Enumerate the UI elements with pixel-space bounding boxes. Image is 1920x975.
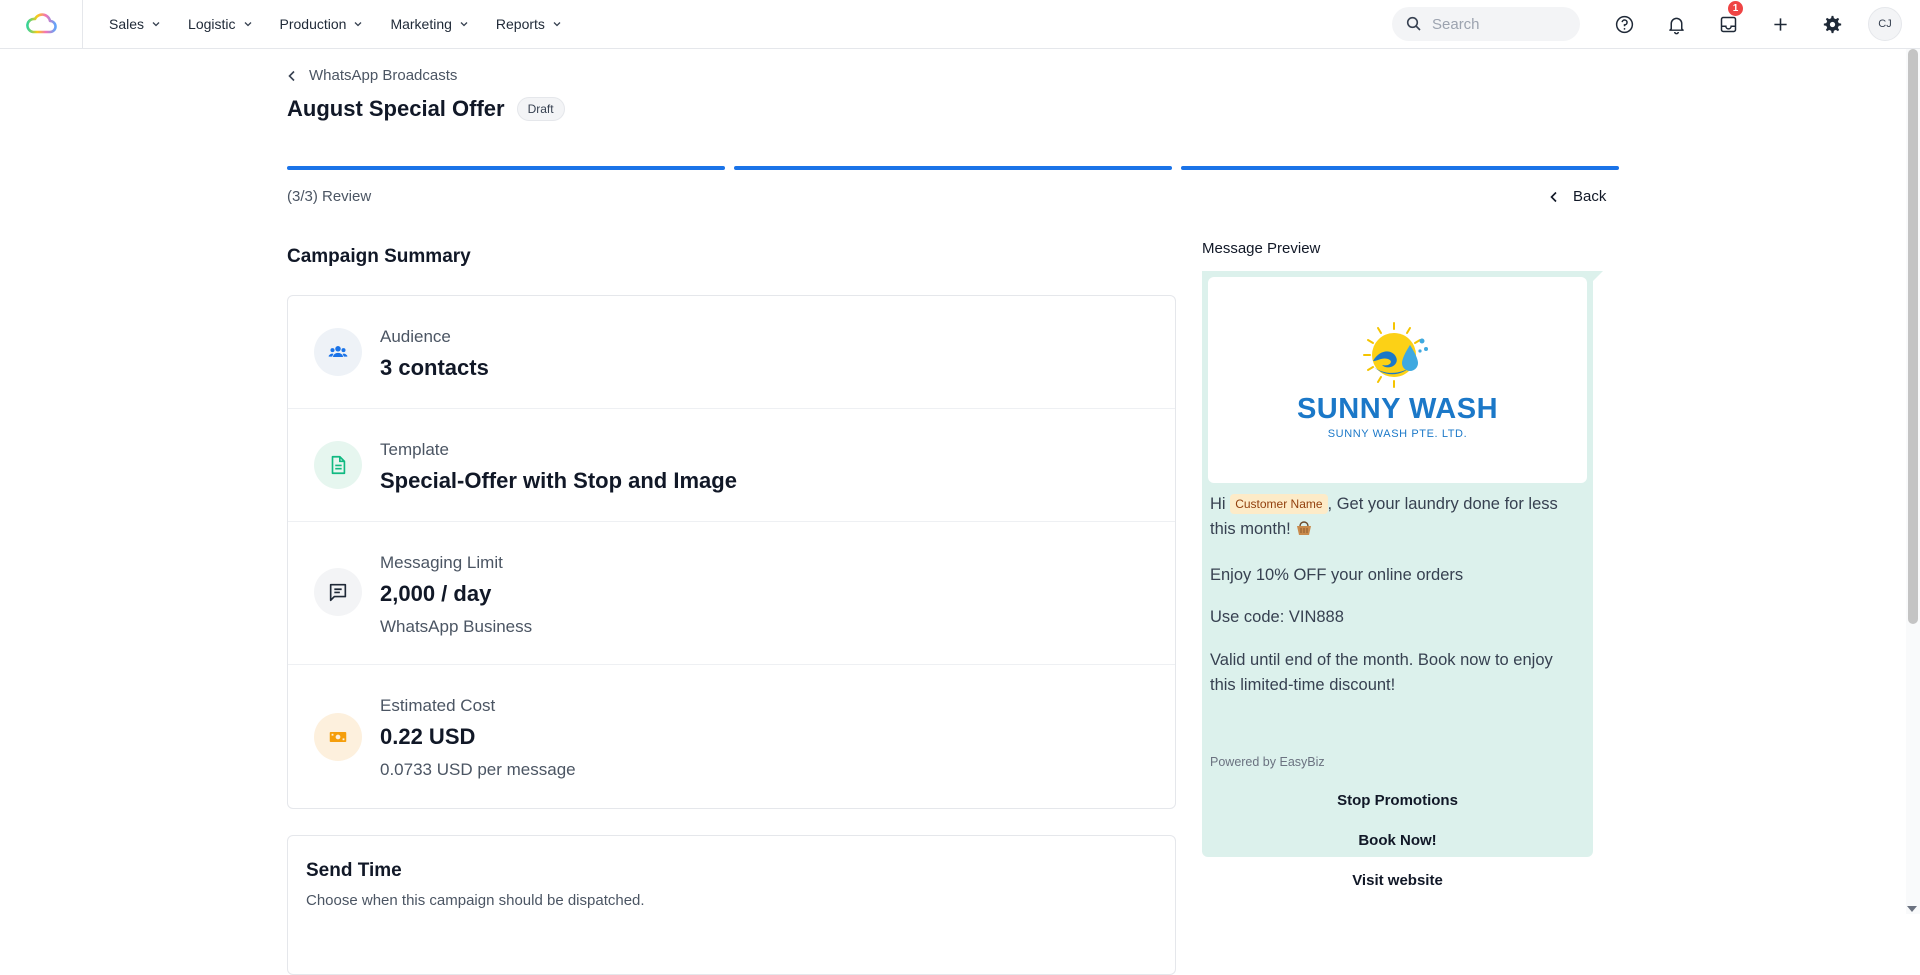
limit-text: Messaging Limit 2,000 / day WhatsApp Bus… xyxy=(380,553,532,637)
nav-logistic-label: Logistic xyxy=(188,16,236,32)
template-label: Template xyxy=(380,440,449,459)
chevron-down-icon xyxy=(460,22,468,27)
cash-icon xyxy=(314,713,362,761)
chevron-down-icon xyxy=(553,22,561,27)
stop-promotions-button[interactable]: Stop Promotions xyxy=(1202,792,1593,809)
send-time-card: Send Time Choose when this campaign shou… xyxy=(287,835,1176,975)
users-icon xyxy=(314,328,362,376)
message-preview-bubble: SUNNY WASH SUNNY WASH PTE. LTD. Hi Custo… xyxy=(1202,271,1593,889)
message-line-1: Hi Customer Name, Get your laundry done … xyxy=(1210,492,1582,545)
preview-title: Message Preview xyxy=(1202,240,1321,257)
nav-sales[interactable]: Sales xyxy=(109,16,161,32)
nav-production-label: Production xyxy=(279,16,347,32)
limit-value: 2,000 / day xyxy=(380,581,492,606)
campaign-summary-card: Audience 3 contacts Template Special-Off… xyxy=(287,295,1176,809)
cost-text: Estimated Cost 0.22 USD 0.0733 USD per m… xyxy=(380,696,576,780)
basket-icon xyxy=(1295,519,1313,545)
message-footer: Powered by EasyBiz xyxy=(1210,755,1325,769)
search-box[interactable] xyxy=(1392,7,1580,41)
search-icon xyxy=(1406,16,1421,31)
message-header-image: SUNNY WASH SUNNY WASH PTE. LTD. xyxy=(1208,277,1587,483)
cost-label: Estimated Cost xyxy=(380,696,496,715)
nav-reports-label: Reports xyxy=(495,16,545,32)
nav-logistic[interactable]: Logistic xyxy=(188,16,252,32)
page-scrollbar[interactable] xyxy=(1906,49,1920,914)
help-icon xyxy=(1615,15,1633,33)
scrollbar-thumb[interactable] xyxy=(1908,49,1918,624)
create-button[interactable] xyxy=(1754,0,1806,48)
message-icon xyxy=(314,568,362,616)
page-title: August Special Offer xyxy=(287,96,505,121)
bubble-tail xyxy=(1591,271,1603,283)
summary-row-estimated-cost: Estimated Cost 0.22 USD 0.0733 USD per m… xyxy=(288,665,1175,808)
audience-label: Audience xyxy=(380,327,451,346)
cloud-logo-icon xyxy=(26,13,57,34)
document-icon xyxy=(314,441,362,489)
summary-row-template: Template Special-Offer with Stop and Ima… xyxy=(288,409,1175,522)
inbox-button[interactable]: 1 xyxy=(1702,0,1754,48)
section-title: Campaign Summary xyxy=(287,246,471,267)
inbox-badge: 1 xyxy=(1728,1,1743,16)
breadcrumb[interactable]: WhatsApp Broadcasts xyxy=(287,67,457,84)
send-time-description: Choose when this campaign should be disp… xyxy=(306,892,645,909)
sunny-wash-logo-icon xyxy=(1362,321,1428,388)
wizard-progress xyxy=(287,166,1619,170)
chevron-down-icon xyxy=(354,22,362,27)
step-bar xyxy=(734,166,1172,170)
chevron-left-icon xyxy=(1550,191,1557,202)
message-line-3: Use code: VIN888 xyxy=(1210,608,1344,627)
help-button[interactable] xyxy=(1598,0,1650,48)
brand-subtitle: SUNNY WASH PTE. LTD. xyxy=(1327,427,1468,440)
audience-value: 3 contacts xyxy=(380,355,489,380)
inbox-icon xyxy=(1720,16,1736,32)
notifications-button[interactable] xyxy=(1650,0,1702,48)
nav-production[interactable]: Production xyxy=(280,16,364,32)
bell-icon xyxy=(1668,17,1684,34)
nav-sales-label: Sales xyxy=(109,16,145,32)
plus-icon xyxy=(1773,17,1787,31)
top-navigation: Sales Logistic Production Marketing Repo… xyxy=(0,0,1920,49)
chevron-down-icon xyxy=(244,22,251,27)
nav-marketing[interactable]: Marketing xyxy=(390,16,468,32)
limit-sub: WhatsApp Business xyxy=(380,617,533,636)
chevron-down-icon xyxy=(152,22,160,27)
message-line-4: Valid until end of the month. Book now t… xyxy=(1210,651,1553,694)
step-label: (3/3) Review xyxy=(287,188,372,205)
nav-reports[interactable]: Reports xyxy=(496,16,562,32)
step-bar xyxy=(1181,166,1619,170)
cost-sub: 0.0733 USD per message xyxy=(380,760,576,779)
template-text: Template Special-Offer with Stop and Ima… xyxy=(380,440,737,494)
gear-icon xyxy=(1823,15,1841,33)
step-bar xyxy=(287,166,725,170)
brand-name: SUNNY WASH xyxy=(1296,392,1499,425)
send-time-title: Send Time xyxy=(306,860,402,881)
book-now-button[interactable]: Book Now! xyxy=(1202,832,1593,849)
template-value: Special-Offer with Stop and Image xyxy=(380,468,737,493)
back-button-label: Back xyxy=(1573,188,1607,205)
summary-row-audience: Audience 3 contacts xyxy=(288,296,1175,409)
limit-label: Messaging Limit xyxy=(380,553,503,572)
status-badge: Draft xyxy=(516,97,565,121)
chevron-left-icon xyxy=(288,70,295,81)
toolbar-right: 1 CJ xyxy=(1392,0,1920,48)
search-input[interactable] xyxy=(1432,15,1562,33)
variable-chip: Customer Name xyxy=(1230,494,1328,514)
settings-button[interactable] xyxy=(1806,0,1858,48)
summary-row-messaging-limit: Messaging Limit 2,000 / day WhatsApp Bus… xyxy=(288,522,1175,665)
greeting-text: Hi xyxy=(1210,495,1226,513)
scroll-down-arrow-icon[interactable] xyxy=(1907,906,1917,912)
audience-text: Audience 3 contacts xyxy=(380,327,489,381)
app-logo[interactable] xyxy=(0,0,83,48)
cost-value: 0.22 USD xyxy=(380,724,476,749)
breadcrumb-label: WhatsApp Broadcasts xyxy=(309,67,458,84)
user-avatar[interactable]: CJ xyxy=(1868,7,1902,41)
message-body: Hi Customer Name, Get your laundry done … xyxy=(1210,492,1582,716)
message-line-2: Enjoy 10% OFF your online orders xyxy=(1210,565,1464,584)
nav-marketing-label: Marketing xyxy=(390,16,452,32)
main-menu: Sales Logistic Production Marketing Repo… xyxy=(109,16,589,32)
visit-website-button[interactable]: Visit website xyxy=(1202,872,1593,889)
back-button[interactable]: Back xyxy=(1549,188,1606,205)
title-row: August Special Offer Draft xyxy=(287,96,565,122)
